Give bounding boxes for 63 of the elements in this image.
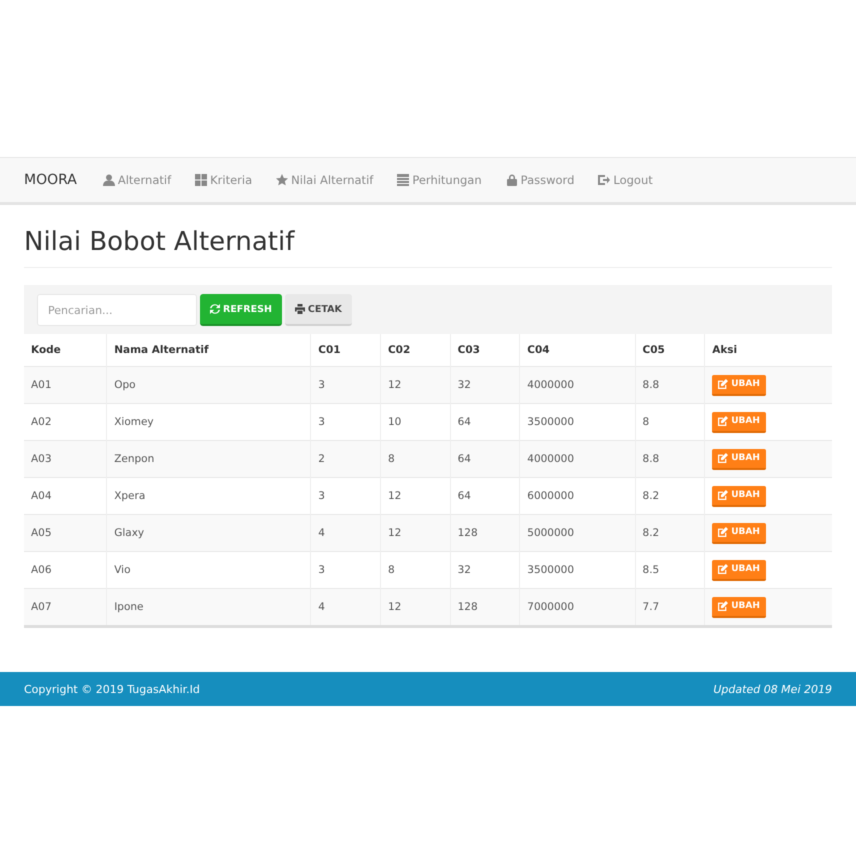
table-cell: 12 — [380, 366, 450, 404]
edit-icon — [718, 379, 728, 389]
edit-button[interactable]: UBAH — [712, 522, 766, 544]
logout-icon — [598, 174, 610, 186]
search-field[interactable]: Pencarian... — [37, 294, 197, 326]
edit-icon — [718, 416, 728, 426]
nav-link[interactable]: Password — [506, 173, 574, 187]
table-cell: 32 — [450, 366, 520, 404]
printer-icon — [294, 304, 305, 314]
table-cell: 12 — [380, 588, 450, 625]
table-cell: 64 — [450, 440, 520, 478]
table-cell: 128 — [450, 588, 520, 625]
brand-link[interactable]: MOORA — [24, 172, 77, 188]
table-cell: A01 — [24, 366, 107, 404]
user-icon — [102, 174, 115, 186]
table-cell: 12 — [380, 514, 450, 552]
copyright-text: Copyright © 2019 TugasAkhir.Id — [24, 682, 200, 696]
table-cell: 5000000 — [520, 514, 636, 552]
star-icon — [276, 174, 288, 186]
edit-icon — [718, 527, 728, 537]
nav-link[interactable]: Nilai Alternatif — [276, 173, 374, 187]
edit-icon — [718, 453, 728, 463]
updated-text: Updated 08 Mei 2019 — [713, 682, 832, 696]
table-cell: 8 — [380, 440, 450, 478]
table-cell: A03 — [24, 440, 107, 478]
edit-button[interactable]: UBAH — [712, 596, 766, 618]
edit-button[interactable]: UBAH — [712, 486, 766, 506]
grid-icon — [195, 174, 208, 186]
nav-link[interactable]: Alternatif — [102, 173, 172, 187]
refresh-button[interactable]: REFRESH — [200, 294, 282, 326]
table-cell: 4000000 — [520, 440, 636, 478]
nav-link[interactable]: Perhitungan — [397, 173, 482, 187]
lock-icon — [506, 174, 518, 186]
page-title: Nilai Bobot Alternatif — [24, 227, 832, 268]
edit-icon — [718, 601, 728, 611]
edit-button[interactable]: UBAH — [712, 412, 766, 432]
table-cell: 2 — [310, 440, 380, 478]
print-button[interactable]: CETAK — [284, 294, 352, 326]
table-cell: 8.2 — [635, 514, 705, 552]
refresh-icon — [210, 304, 220, 314]
table-cell: 8.8 — [635, 440, 705, 478]
table-cell: A07 — [24, 588, 107, 625]
table-cell: 4 — [310, 588, 380, 625]
table-cell: 7.7 — [635, 588, 705, 625]
edit-icon — [718, 490, 728, 500]
table-cell: Zenpon — [106, 440, 311, 478]
edit-icon — [718, 564, 728, 574]
nav-link[interactable]: Kriteria — [195, 173, 252, 187]
table-cell: 4000000 — [520, 366, 636, 404]
table-cell: Opo — [106, 366, 311, 404]
table-cell: 128 — [450, 514, 520, 552]
edit-button[interactable]: UBAH — [712, 448, 766, 470]
table-cell: 3 — [310, 366, 380, 404]
column-header: Kode — [24, 334, 107, 366]
table-cell: 8.8 — [635, 366, 705, 404]
table-cell: 4 — [310, 514, 380, 552]
table-cell: Ipone — [106, 588, 311, 625]
nav-link[interactable]: Logout — [598, 173, 653, 187]
edit-button[interactable]: UBAH — [712, 560, 766, 580]
table-cell: 7000000 — [520, 588, 636, 625]
table-cell: A05 — [24, 514, 107, 552]
table-cell: Glaxy — [106, 514, 311, 552]
edit-button[interactable]: UBAH — [712, 374, 766, 396]
